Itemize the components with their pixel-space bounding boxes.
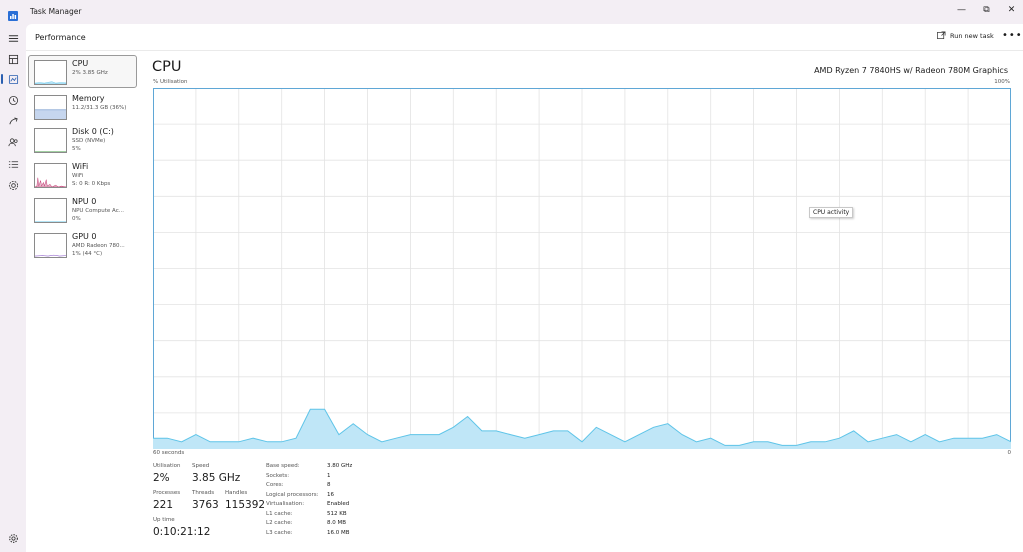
- page-title: Performance: [35, 33, 86, 42]
- restore-button[interactable]: ⧉: [975, 0, 998, 20]
- spec-value: Enabled: [327, 501, 350, 507]
- navigation-rail: [0, 24, 26, 552]
- npu-thumbnail: [34, 198, 67, 223]
- spec-label: L3 cache:: [266, 530, 293, 536]
- page-header: Performance Run new task •••: [26, 24, 1023, 51]
- x-axis-start-label: 60 seconds: [153, 450, 185, 456]
- spec-value: 16: [327, 492, 334, 498]
- resource-detail-secondary: S: 0 R: 0 Kbps: [72, 181, 111, 187]
- y-axis-max: 100%: [994, 79, 1010, 85]
- resource-detail: 11.2/31.3 GB (36%): [72, 105, 127, 111]
- resource-name: GPU 0: [72, 232, 97, 241]
- spec-label: Logical processors:: [266, 492, 319, 498]
- resource-item-memory[interactable]: Memory 11.2/31.3 GB (36%): [28, 90, 137, 123]
- handles-label: Handles: [225, 490, 248, 496]
- app-history-icon[interactable]: [4, 91, 22, 109]
- services-icon[interactable]: [4, 176, 22, 194]
- utilisation-value: 2%: [153, 472, 170, 484]
- resource-name: Disk 0 (C:): [72, 127, 114, 136]
- processor-model: AMD Ryzen 7 7840HS w/ Radeon 780M Graphi…: [814, 66, 1008, 75]
- resource-name: Memory: [72, 94, 105, 103]
- main-panel: Performance Run new task ••• CPU 2% 3.85…: [26, 24, 1023, 552]
- spec-label: L2 cache:: [266, 520, 293, 526]
- cpu-utilisation-graph[interactable]: [153, 88, 1011, 449]
- resource-name: NPU 0: [72, 197, 97, 206]
- threads-value: 3763: [192, 499, 219, 511]
- handles-value: 115392: [225, 499, 266, 511]
- resource-detail: SSD (NVMe): [72, 138, 106, 144]
- resource-detail: 2% 3.85 GHz: [72, 70, 108, 76]
- cpu-activity-tooltip: CPU activity: [809, 207, 854, 218]
- title-bar: Task Manager — ⧉ ✕: [0, 0, 1023, 24]
- spec-value: 16.0 MB: [327, 530, 350, 536]
- resource-item-wifi[interactable]: WiFi WiFi S: 0 R: 0 Kbps: [28, 158, 137, 191]
- cpu-thumbnail: [34, 60, 67, 85]
- resource-title: CPU: [152, 59, 182, 75]
- users-icon[interactable]: [4, 133, 22, 151]
- spec-label: L1 cache:: [266, 511, 293, 517]
- speed-value: 3.85 GHz: [192, 472, 241, 484]
- processes-icon[interactable]: [4, 50, 22, 68]
- wifi-thumbnail: [34, 163, 67, 188]
- resource-detail: WiFi: [72, 173, 84, 179]
- resource-item-disk[interactable]: Disk 0 (C:) SSD (NVMe) 5%: [28, 123, 137, 156]
- resource-item-npu[interactable]: NPU 0 NPU Compute Ac... 0%: [28, 193, 137, 226]
- resource-detail-secondary: 1% (44 °C): [72, 251, 103, 257]
- performance-icon[interactable]: [1, 70, 22, 88]
- memory-thumbnail: [34, 95, 67, 120]
- y-axis-label: % Utilisation: [153, 79, 188, 85]
- resource-detail: NPU Compute Ac...: [72, 208, 124, 214]
- window-title: Task Manager: [30, 7, 82, 16]
- x-axis-end-label: 0: [1007, 450, 1012, 456]
- gpu-thumbnail: [34, 233, 67, 258]
- more-options-button[interactable]: •••: [1002, 30, 1023, 41]
- window-controls: — ⧉ ✕: [948, 0, 1023, 24]
- spec-value: 512 KB: [327, 511, 347, 517]
- task-manager-icon: [8, 6, 18, 21]
- threads-label: Threads: [192, 490, 215, 496]
- minimize-button[interactable]: —: [950, 0, 973, 20]
- run-new-task-label: Run new task: [950, 31, 994, 40]
- run-task-icon: [937, 31, 946, 40]
- resource-detail: AMD Radeon 780...: [72, 243, 125, 249]
- speed-label: Speed: [192, 463, 210, 469]
- processes-label: Processes: [153, 490, 181, 496]
- resource-name: CPU: [72, 59, 89, 68]
- resource-item-cpu[interactable]: CPU 2% 3.85 GHz: [28, 55, 137, 88]
- resource-name: WiFi: [72, 162, 89, 171]
- spec-value: 8.0 MB: [327, 520, 347, 526]
- utilisation-label: Utilisation: [153, 463, 181, 469]
- spec-label: Base speed:: [266, 463, 300, 469]
- resource-detail-secondary: 0%: [72, 216, 81, 222]
- spec-label: Cores:: [266, 482, 284, 488]
- spec-value: 3.80 GHz: [327, 463, 353, 469]
- details-icon[interactable]: [4, 155, 22, 173]
- resource-detail-secondary: 5%: [72, 146, 81, 152]
- spec-value: 8: [327, 482, 331, 488]
- resource-item-gpu[interactable]: GPU 0 AMD Radeon 780... 1% (44 °C): [28, 228, 137, 261]
- processes-value: 221: [153, 499, 174, 511]
- spec-value: 1: [327, 473, 331, 479]
- uptime-label: Up time: [153, 517, 175, 523]
- run-new-task-button[interactable]: Run new task: [937, 31, 994, 40]
- spec-label: Virtualisation:: [266, 501, 305, 507]
- menu-icon[interactable]: [4, 29, 22, 47]
- disk-thumbnail: [34, 128, 67, 153]
- spec-label: Sockets:: [266, 473, 290, 479]
- startup-apps-icon[interactable]: [4, 112, 22, 130]
- settings-icon[interactable]: [4, 529, 22, 547]
- close-button[interactable]: ✕: [1000, 0, 1023, 20]
- uptime-value: 0:10:21:12: [153, 526, 211, 538]
